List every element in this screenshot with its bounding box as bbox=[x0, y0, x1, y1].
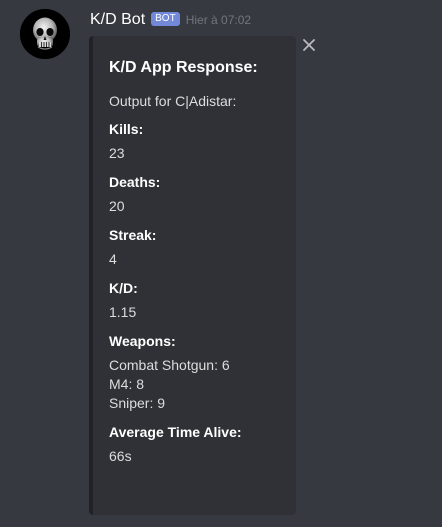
message-header: K/D Bot BOT Hier à 07:02 bbox=[90, 9, 251, 31]
field-value: 1.15 bbox=[109, 303, 288, 322]
field-value-line: Sniper: 9 bbox=[109, 395, 166, 411]
timestamp: Hier à 07:02 bbox=[185, 13, 252, 27]
field-value: 66s bbox=[109, 447, 288, 466]
field-name: Kills: bbox=[109, 121, 144, 137]
field-value: 23 bbox=[109, 144, 288, 163]
field-name: Average Time Alive: bbox=[109, 424, 242, 440]
field-value-line: Combat Shotgun: 6 bbox=[109, 357, 230, 373]
field-kd: K/D: 1.15 bbox=[109, 279, 288, 322]
close-button[interactable] bbox=[301, 37, 317, 53]
avatar[interactable] bbox=[20, 9, 70, 59]
field-weapons: Weapons: Combat Shotgun: 6 M4: 8 Sniper:… bbox=[109, 332, 288, 413]
field-name: Weapons: bbox=[109, 333, 176, 349]
skull-icon bbox=[20, 9, 70, 59]
username[interactable]: K/D Bot bbox=[90, 11, 145, 29]
embed-description: Output for C|Adistar: bbox=[109, 93, 237, 109]
field-value-line: M4: 8 bbox=[109, 376, 145, 392]
field-kills: Kills: 23 bbox=[109, 120, 288, 163]
field-value: 20 bbox=[109, 197, 288, 216]
field-average-time-alive: Average Time Alive: 66s bbox=[109, 423, 288, 466]
field-deaths: Deaths: 20 bbox=[109, 173, 288, 216]
embed-title: K/D App Response: bbox=[109, 59, 258, 76]
field-value-line: 66s bbox=[109, 448, 132, 464]
field-value-line: 23 bbox=[109, 145, 125, 161]
field-value-line: 20 bbox=[109, 198, 125, 214]
embed-content: K/D App Response: Output for C|Adistar: … bbox=[109, 58, 288, 476]
field-name: K/D: bbox=[109, 280, 138, 296]
bot-tag: BOT bbox=[151, 12, 180, 26]
field-value: 4 bbox=[109, 250, 288, 269]
field-value-line: 1.15 bbox=[109, 304, 137, 320]
field-streak: Streak: 4 bbox=[109, 226, 288, 269]
embed: K/D App Response: Output for C|Adistar: … bbox=[89, 36, 296, 515]
field-value-line: 4 bbox=[109, 251, 117, 267]
field-name: Deaths: bbox=[109, 174, 161, 190]
field-name: Streak: bbox=[109, 227, 157, 243]
field-value: Combat Shotgun: 6 M4: 8 Sniper: 9 bbox=[109, 356, 288, 413]
close-icon bbox=[303, 39, 315, 51]
